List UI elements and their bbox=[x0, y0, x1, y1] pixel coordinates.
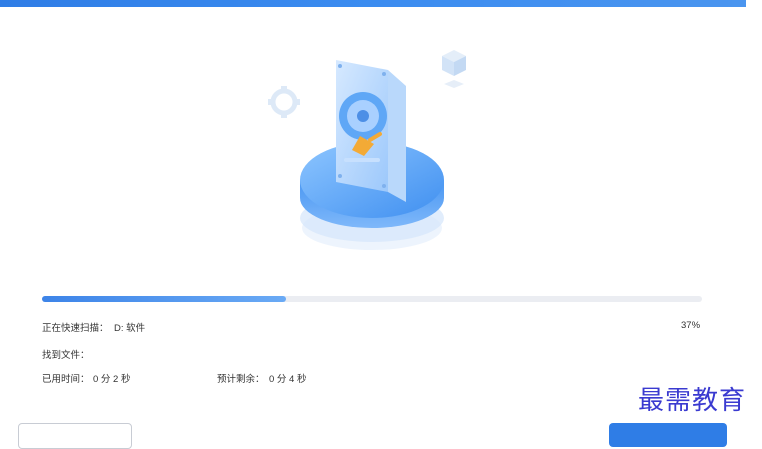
watermark-logo: 最需教育 bbox=[638, 386, 747, 416]
left-action-button[interactable] bbox=[18, 423, 132, 449]
scan-status-label: 正在快速扫描： bbox=[42, 323, 109, 334]
right-action-button[interactable] bbox=[609, 423, 727, 447]
hard-drive-icon bbox=[336, 60, 406, 202]
found-files-label: 找到文件： bbox=[42, 350, 90, 361]
elapsed-time-label: 已用时间： bbox=[42, 374, 90, 385]
elapsed-time-value: 0 分 2 秒 bbox=[93, 374, 131, 385]
title-bar bbox=[0, 0, 746, 7]
scan-progress-fill bbox=[42, 296, 287, 302]
remaining-time-value: 0 分 4 秒 bbox=[269, 374, 307, 385]
cube-icon bbox=[442, 50, 466, 88]
scan-illustration bbox=[268, 50, 466, 250]
scan-current-target: D: 软件 bbox=[114, 323, 146, 334]
remaining-time-label: 预计剩余： bbox=[217, 374, 265, 385]
scan-progress-percent: 37% bbox=[681, 320, 701, 331]
gear-icon bbox=[268, 86, 300, 118]
scan-progress-bar bbox=[42, 296, 702, 302]
